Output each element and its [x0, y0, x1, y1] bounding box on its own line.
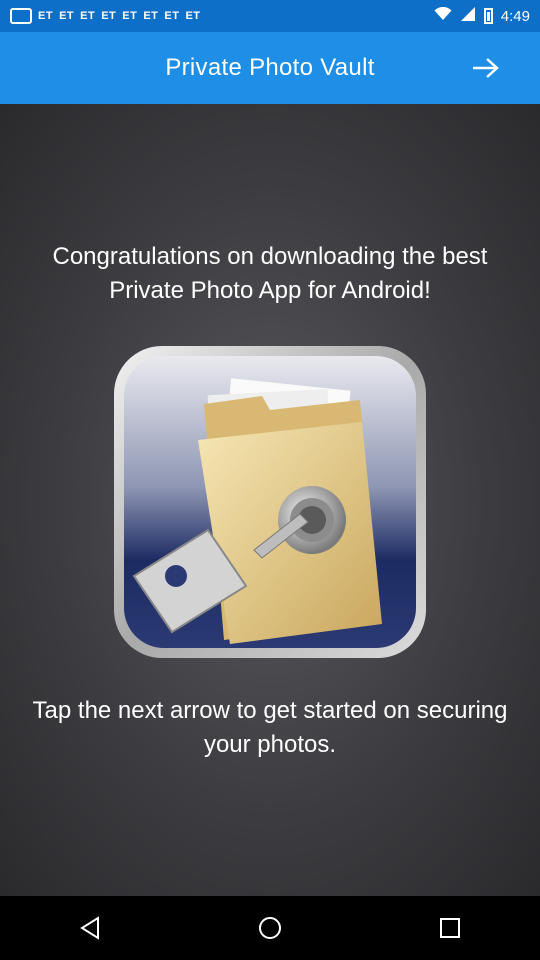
- navigation-bar: [0, 896, 540, 960]
- home-circle-icon: [259, 917, 281, 939]
- clock: 4:49: [500, 7, 530, 25]
- image-notification-icon: [10, 8, 32, 24]
- carrier-label: ET: [80, 10, 96, 22]
- app-title: Private Photo Vault: [165, 54, 375, 81]
- welcome-content: Congratulations on downloading the best …: [0, 104, 540, 896]
- status-system: 4:49: [434, 6, 530, 26]
- congrats-text: Congratulations on downloading the best …: [52, 243, 488, 304]
- carrier-label: ET: [101, 10, 117, 22]
- home-button[interactable]: [250, 908, 290, 948]
- carrier-label: ET: [122, 10, 138, 22]
- recents-square-icon: [440, 918, 460, 938]
- carrier-label: ET: [164, 10, 180, 22]
- status-notifications: ET ET ET ET ET ET ET ET: [10, 8, 201, 24]
- wifi-icon: [434, 6, 452, 25]
- next-arrow-button[interactable]: [470, 54, 502, 82]
- carrier-label: ET: [59, 10, 75, 22]
- app-bar: Private Photo Vault: [0, 32, 540, 104]
- arrow-right-icon: [473, 58, 499, 78]
- carrier-label: ET: [38, 10, 54, 22]
- back-triangle-icon: [80, 916, 99, 940]
- status-bar: ET ET ET ET ET ET ET ET 4:49: [0, 0, 540, 32]
- carrier-label: ET: [185, 10, 201, 22]
- folder-key-lock-icon: [112, 344, 428, 660]
- battery-icon: [483, 8, 493, 24]
- instruction-text: Tap the next arrow to get started on sec…: [32, 697, 508, 758]
- carrier-label: ET: [143, 10, 159, 22]
- signal-icon: [460, 6, 476, 26]
- back-button[interactable]: [70, 908, 110, 948]
- recents-button[interactable]: [430, 908, 470, 948]
